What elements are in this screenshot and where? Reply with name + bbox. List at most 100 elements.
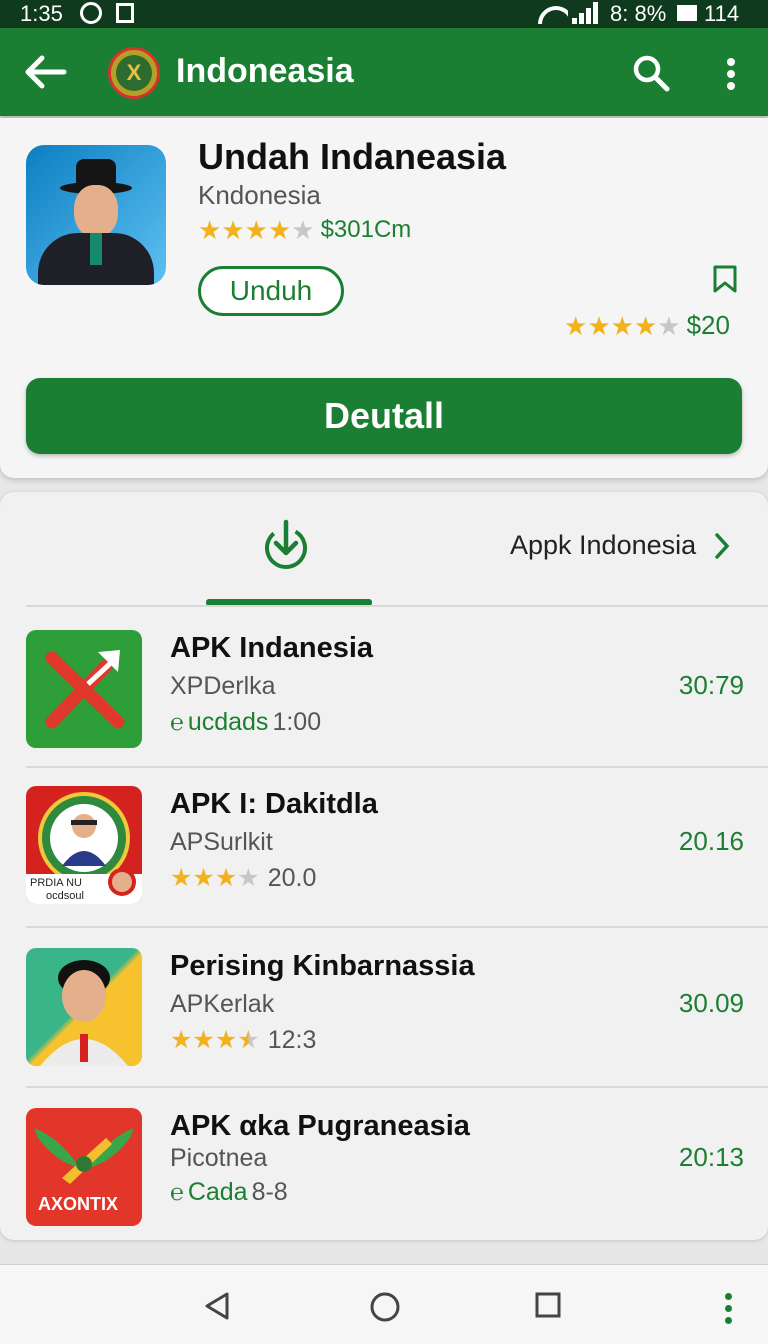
item-meta: ℮ ucdads 1:00 bbox=[170, 708, 321, 737]
list-item[interactable]: APK Indanesia XPDerlka ℮ ucdads 1:00 30:… bbox=[0, 614, 768, 772]
wifi-icon bbox=[538, 0, 568, 24]
link-icon: ℮ bbox=[170, 1179, 184, 1205]
logo-emblem-icon: X bbox=[116, 55, 152, 91]
status-bar: 1:35 8: 8% 114 bbox=[0, 0, 768, 28]
star-icon: ★ bbox=[633, 310, 658, 341]
app-icon-x-arrow bbox=[26, 630, 142, 748]
star-icon: ★ bbox=[198, 215, 222, 245]
detail-button[interactable]: Deutall bbox=[26, 378, 742, 454]
nav-back-icon[interactable] bbox=[202, 1291, 232, 1321]
star-icon: ★ bbox=[244, 215, 268, 245]
signal-icon bbox=[572, 2, 600, 24]
app-title: Undah Indaneasia bbox=[198, 136, 507, 177]
star-icon: ★ bbox=[657, 310, 681, 341]
battery-icon bbox=[677, 5, 697, 21]
badge-portrait-icon: PRDIA NU ocdsoul bbox=[26, 792, 142, 904]
more-vertical-icon[interactable] bbox=[720, 54, 742, 94]
alarm-icon bbox=[80, 2, 102, 24]
list-item[interactable]: PRDIA NU ocdsoul APK I: Dakitdla APSurlk… bbox=[0, 770, 768, 928]
star-icon: ★ bbox=[291, 215, 315, 245]
item-meta-prefix: ucdads bbox=[187, 708, 269, 736]
item-value: 20:13 bbox=[678, 1142, 744, 1172]
tab-download[interactable] bbox=[206, 492, 372, 608]
star-icon: ★ bbox=[237, 864, 260, 892]
item-title: Perising Kinbarnassia bbox=[170, 950, 475, 982]
battery-text: 8: 8% bbox=[610, 1, 667, 26]
app-icon-badge-portrait: PRDIA NU ocdsoul bbox=[26, 786, 142, 904]
app-list-card: Appk Indonesia APK Indanesia XPDerlka ℮ … bbox=[0, 492, 768, 1240]
icon-badge-text-2: ocdsoul bbox=[46, 890, 84, 902]
star-icon: ★ bbox=[214, 864, 238, 892]
app-subtitle: Kndonesia bbox=[198, 180, 321, 210]
star-icon: ★ bbox=[587, 310, 611, 341]
star-icon: ★ bbox=[267, 215, 292, 245]
star-icon: ★ bbox=[192, 864, 215, 892]
download-icon bbox=[265, 519, 307, 569]
nav-home-icon[interactable] bbox=[369, 1291, 401, 1323]
portrait-icon bbox=[40, 960, 128, 1066]
bookmark-icon[interactable] bbox=[712, 264, 738, 294]
app-icon-portrait bbox=[26, 948, 142, 1066]
app-header-card: Undah Indaneasia Kndonesia ★ ★ ★ ★ ★ $30… bbox=[0, 118, 768, 478]
nav-more-icon[interactable] bbox=[722, 1293, 736, 1325]
nav-recents-icon[interactable] bbox=[534, 1291, 562, 1319]
item-value: 30.09 bbox=[678, 988, 744, 1018]
install-button[interactable]: Unduh bbox=[198, 266, 344, 316]
system-nav-bar bbox=[0, 1264, 768, 1344]
bird-icon: AXONTIX bbox=[34, 1128, 134, 1214]
icon-badge-text: PRDIA NU bbox=[30, 877, 82, 889]
star-icon: ★ bbox=[564, 310, 588, 341]
app-icon-avatar bbox=[26, 145, 166, 285]
battery-level: 114 bbox=[704, 1, 740, 26]
avatar-tie bbox=[90, 233, 102, 265]
divider bbox=[26, 926, 768, 928]
item-meta-value: 1:00 bbox=[272, 708, 322, 736]
item-meta-value: 20.0 bbox=[267, 864, 317, 892]
arrow-left-icon[interactable] bbox=[24, 54, 68, 90]
item-title: APK I: Dakitdla bbox=[170, 788, 378, 820]
chevron-right-icon bbox=[715, 532, 730, 559]
divider bbox=[26, 605, 768, 607]
tab-appk-indonesia[interactable]: Appk Indonesia bbox=[510, 530, 730, 561]
star-icon: ★ bbox=[192, 1026, 215, 1054]
divider bbox=[26, 1086, 768, 1088]
item-meta-prefix: Cada bbox=[187, 1178, 248, 1206]
avatar-face bbox=[74, 185, 118, 237]
item-value: 30:79 bbox=[678, 670, 744, 700]
item-title: APK Indanesia bbox=[170, 632, 374, 664]
item-title: APK αka Pugraneasia bbox=[170, 1110, 470, 1142]
item-meta-value: 12:3 bbox=[267, 1026, 317, 1054]
star-icon: ★ bbox=[170, 1026, 193, 1054]
item-meta-value: 8-8 bbox=[251, 1178, 288, 1206]
list-item[interactable]: Perising Kinbarnassia APKerlak ★ ★ ★ ★ 1… bbox=[0, 932, 768, 1090]
app-bar: X Indoneasia bbox=[0, 28, 768, 116]
star-icon: ★ bbox=[214, 1026, 238, 1054]
item-meta: ★ ★ ★ ★ 12:3 bbox=[170, 1026, 316, 1055]
search-icon[interactable] bbox=[632, 54, 670, 92]
divider bbox=[26, 766, 768, 768]
item-subtitle: APSurlkit bbox=[170, 828, 273, 856]
star-half-icon: ★ bbox=[237, 1026, 260, 1054]
rating-right: ★ ★ ★ ★ ★ $20 bbox=[564, 310, 730, 341]
item-subtitle: XPDerlka bbox=[170, 672, 276, 700]
item-subtitle: Picotnea bbox=[170, 1144, 268, 1172]
page-title: Indoneasia bbox=[176, 52, 354, 90]
notification-icon bbox=[116, 3, 134, 23]
item-meta: ★ ★ ★ ★ 20.0 bbox=[170, 864, 316, 893]
status-time: 1:35 bbox=[20, 1, 63, 26]
right-price: $20 bbox=[686, 310, 730, 340]
rating-row: ★ ★ ★ ★ ★ $301Cm bbox=[198, 216, 411, 244]
item-subtitle: APKerlak bbox=[170, 990, 275, 1018]
star-icon: ★ bbox=[170, 864, 193, 892]
rating-text: $301Cm bbox=[320, 216, 412, 243]
link-icon: ℮ bbox=[170, 709, 184, 735]
item-value: 20.16 bbox=[678, 826, 744, 856]
app-icon-bird: AXONTIX bbox=[26, 1108, 142, 1226]
item-meta: ℮ Cada 8-8 bbox=[170, 1178, 288, 1207]
tab-appk-label: Appk Indonesia bbox=[510, 530, 697, 560]
icon-text: AXONTIX bbox=[38, 1194, 118, 1214]
app-logo: X bbox=[108, 47, 160, 99]
star-icon: ★ bbox=[221, 215, 245, 245]
list-item[interactable]: AXONTIX APK αka Pugraneasia Picotnea ℮ C… bbox=[0, 1092, 768, 1250]
x-arrow-icon bbox=[45, 650, 125, 729]
